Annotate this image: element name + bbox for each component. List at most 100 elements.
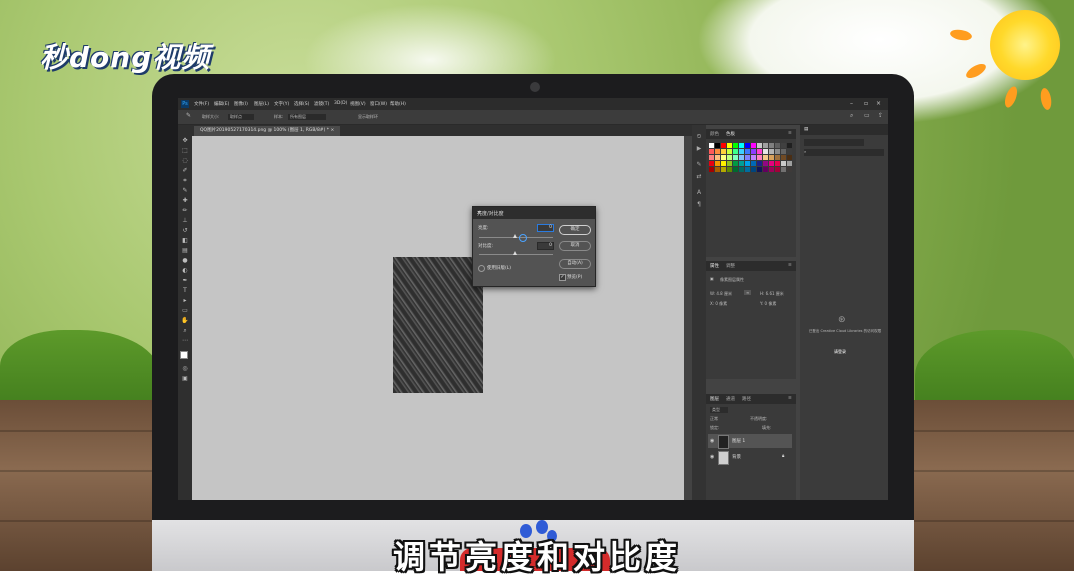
- contrast-input[interactable]: 0: [537, 242, 554, 250]
- color-swatch[interactable]: [721, 167, 726, 172]
- color-swatch[interactable]: [715, 143, 720, 148]
- color-swatch[interactable]: [775, 167, 780, 172]
- adjust-icon[interactable]: ⇄: [695, 173, 703, 181]
- color-swatch[interactable]: [751, 161, 756, 166]
- history-brush-icon[interactable]: ↺: [181, 227, 189, 235]
- blend-mode-select[interactable]: 正常: [710, 416, 718, 422]
- color-swatch[interactable]: [757, 167, 762, 172]
- pen-tool-icon[interactable]: ✒: [181, 277, 189, 285]
- eraser-tool-icon[interactable]: ◧: [181, 237, 189, 245]
- color-swatch[interactable]: [757, 149, 762, 154]
- visibility-eye-icon[interactable]: ◉: [710, 454, 714, 460]
- menu-image[interactable]: 图像(I): [234, 101, 248, 107]
- contrast-slider-knob[interactable]: [513, 251, 517, 255]
- quick-mask-icon[interactable]: ◎: [181, 365, 189, 373]
- color-swatch[interactable]: [787, 149, 792, 154]
- ok-button[interactable]: 确定: [559, 225, 591, 235]
- layer-row[interactable]: ◉ 背景 🔒︎: [708, 450, 792, 465]
- color-swatch[interactable]: [721, 149, 726, 154]
- color-swatch[interactable]: [769, 167, 774, 172]
- panel-menu-icon[interactable]: ≡: [788, 131, 792, 136]
- rectangle-tool-icon[interactable]: ▭: [181, 307, 189, 315]
- tab-layers[interactable]: 图层: [710, 396, 719, 402]
- color-swatch[interactable]: [775, 143, 780, 148]
- eyedropper-icon[interactable]: ✎: [186, 112, 191, 119]
- menu-select[interactable]: 选择(S): [294, 101, 309, 107]
- x-field[interactable]: X: 0 像素: [710, 301, 727, 307]
- cancel-button[interactable]: 取消: [559, 241, 591, 251]
- color-swatch[interactable]: [751, 149, 756, 154]
- color-swatch[interactable]: [781, 161, 786, 166]
- menu-help[interactable]: 帮助(H): [390, 101, 406, 107]
- brightness-slider-knob[interactable]: [513, 234, 517, 238]
- maximize-icon[interactable]: ▫: [864, 100, 868, 107]
- color-swatch[interactable]: [763, 161, 768, 166]
- color-swatch[interactable]: [769, 161, 774, 166]
- color-swatch[interactable]: [745, 155, 750, 160]
- history-icon[interactable]: ⏲: [695, 133, 703, 141]
- color-swatch[interactable]: [775, 161, 780, 166]
- color-swatch[interactable]: [751, 167, 756, 172]
- actions-icon[interactable]: ▶: [695, 145, 703, 153]
- menu-type[interactable]: 文字(Y): [274, 101, 289, 107]
- color-swatch[interactable]: [751, 143, 756, 148]
- color-swatch[interactable]: [709, 161, 714, 166]
- show-sampling-ring[interactable]: 显示取样环: [358, 114, 378, 120]
- layer-kind-filter[interactable]: 类型: [710, 407, 728, 413]
- color-swatch[interactable]: [727, 155, 732, 160]
- close-icon[interactable]: ×: [876, 100, 881, 107]
- color-swatch[interactable]: [727, 149, 732, 154]
- color-swatch[interactable]: [769, 155, 774, 160]
- document-image[interactable]: [393, 257, 483, 393]
- panel-menu-icon[interactable]: ≡: [788, 396, 792, 401]
- search-icon[interactable]: ⌕: [850, 112, 853, 120]
- color-swatch[interactable]: [709, 143, 714, 148]
- y-field[interactable]: Y: 0 像素: [760, 301, 776, 307]
- workspace-icon[interactable]: ▭: [864, 112, 870, 119]
- color-swatch[interactable]: [715, 155, 720, 160]
- color-swatch[interactable]: [757, 143, 762, 148]
- color-swatch[interactable]: [739, 143, 744, 148]
- color-swatch[interactable]: [721, 143, 726, 148]
- color-swatch[interactable]: [745, 143, 750, 148]
- menu-view[interactable]: 视图(V): [350, 101, 366, 107]
- library-select[interactable]: [804, 139, 864, 146]
- stamp-tool-icon[interactable]: ⊥: [181, 217, 189, 225]
- color-swatch[interactable]: [775, 149, 780, 154]
- libraries-tab-icon[interactable]: ▤: [804, 127, 808, 132]
- move-tool-icon[interactable]: ✥: [181, 137, 189, 145]
- hand-tool-icon[interactable]: ✋: [181, 317, 189, 325]
- type-tool-icon[interactable]: T: [181, 287, 189, 295]
- color-swatch[interactable]: [787, 161, 792, 166]
- menu-3d[interactable]: 3D(D): [334, 101, 347, 106]
- color-swatch[interactable]: [781, 167, 786, 172]
- canvas-area[interactable]: [192, 136, 684, 500]
- healing-tool-icon[interactable]: ✚: [181, 197, 189, 205]
- color-swatch[interactable]: [715, 161, 720, 166]
- auto-button[interactable]: 自动(A): [559, 259, 591, 269]
- lasso-tool-icon[interactable]: ◌: [181, 157, 189, 165]
- color-swatch[interactable]: [739, 149, 744, 154]
- color-swatch[interactable]: [781, 143, 786, 148]
- sample-select[interactable]: 所有图层: [288, 114, 326, 120]
- link-icon[interactable]: ∞: [744, 290, 752, 295]
- color-swatch[interactable]: [727, 143, 732, 148]
- color-swatch[interactable]: [745, 161, 750, 166]
- screen-mode-icon[interactable]: ▣: [181, 375, 189, 383]
- use-legacy-checkbox[interactable]: [478, 265, 485, 272]
- tab-swatches[interactable]: 色板: [726, 131, 735, 137]
- color-swatch[interactable]: [733, 149, 738, 154]
- paragraph-icon[interactable]: ¶: [695, 201, 703, 209]
- tab-properties[interactable]: 属性: [710, 263, 719, 269]
- color-swatch[interactable]: [709, 155, 714, 160]
- character-icon[interactable]: A: [695, 189, 703, 197]
- brush-tool-icon[interactable]: ✏: [181, 207, 189, 215]
- color-swatch[interactable]: [781, 149, 786, 154]
- crop-tool-icon[interactable]: ⌗: [181, 177, 189, 185]
- color-swatch[interactable]: [721, 161, 726, 166]
- panel-menu-icon[interactable]: ≡: [788, 263, 792, 268]
- color-swatch[interactable]: [769, 149, 774, 154]
- color-swatch[interactable]: [733, 143, 738, 148]
- color-swatch[interactable]: [763, 143, 768, 148]
- color-swatch[interactable]: [757, 161, 762, 166]
